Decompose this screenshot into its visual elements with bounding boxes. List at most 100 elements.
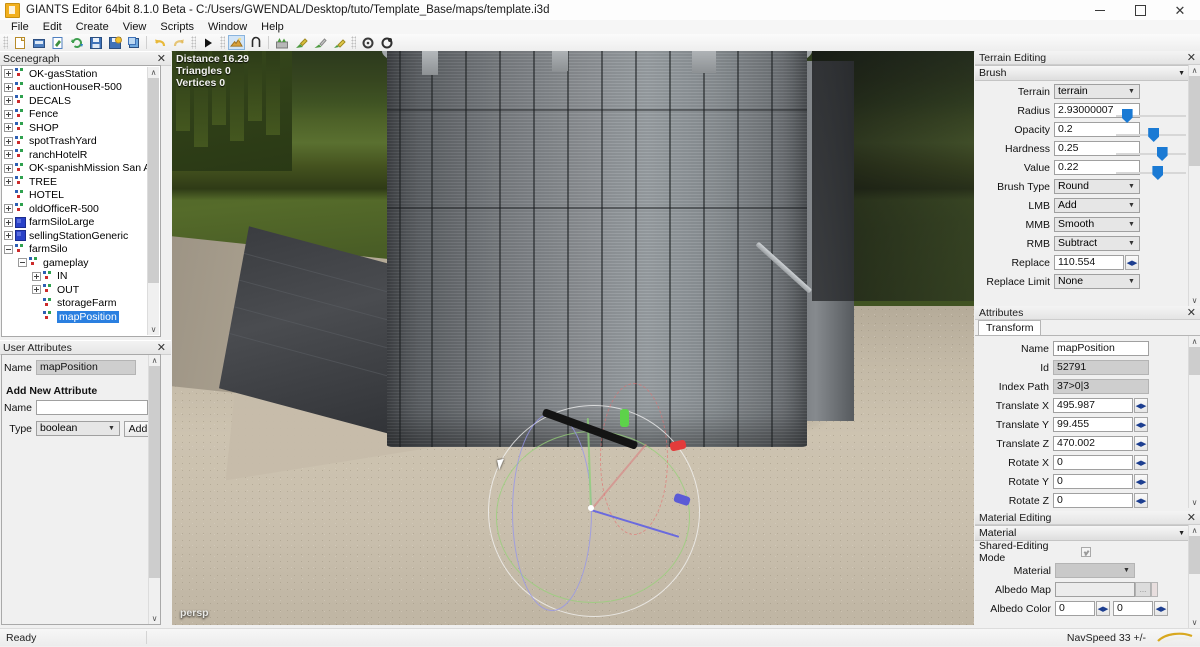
slider-track[interactable] (1116, 172, 1186, 174)
slider-knob[interactable] (1156, 147, 1168, 161)
field-input[interactable]: 110.554 (1054, 255, 1124, 270)
expand-icon[interactable] (4, 69, 13, 79)
field-spinner[interactable]: ◀▶ (1134, 474, 1148, 489)
me-scroll-down-icon[interactable]: ∨ (1189, 617, 1200, 628)
terrain-edit-icon[interactable] (228, 35, 245, 50)
scenegraph-node[interactable]: spotTrashYard (2, 135, 148, 149)
ua-scroll-up-icon[interactable]: ∧ (149, 355, 160, 366)
close-button[interactable]: ✕ (1160, 0, 1200, 20)
terrain-sculpt-icon[interactable] (311, 35, 328, 50)
tab-transform[interactable]: Transform (978, 320, 1042, 335)
scenegraph-node[interactable]: auctionHouseR-500 (2, 81, 148, 95)
toolbar-grip-2[interactable] (191, 36, 196, 49)
user-attributes-close-icon[interactable]: ✕ (157, 342, 168, 353)
terrain-paint-icon[interactable] (292, 35, 309, 50)
menu-scripts[interactable]: Scripts (153, 20, 201, 34)
scrollbar-down-icon[interactable]: ∨ (148, 324, 159, 335)
new-file-icon[interactable] (11, 35, 28, 50)
scenegraph-node[interactable]: OK-spanishMission San Adar (2, 162, 148, 176)
scenegraph-close-icon[interactable]: ✕ (157, 53, 168, 64)
chevron-down-icon[interactable]: ▼ (1178, 70, 1185, 77)
field-input[interactable]: 0 (1053, 493, 1133, 508)
scenegraph-node[interactable]: ranchHotelR (2, 148, 148, 162)
scenegraph-node[interactable]: mapPosition (2, 310, 148, 324)
albedo-color-spinner-1[interactable]: ◀▶ (1096, 601, 1110, 616)
brush-sliders[interactable] (1116, 107, 1186, 183)
te-scrollbar-thumb[interactable] (1189, 76, 1200, 166)
gizmo-origin[interactable] (588, 505, 594, 511)
expand-icon[interactable] (4, 109, 13, 119)
scenegraph-node[interactable]: gameplay (2, 256, 148, 270)
expand-icon[interactable] (4, 231, 13, 241)
menu-create[interactable]: Create (69, 20, 116, 34)
scenegraph-node[interactable]: HOTEL (2, 189, 148, 203)
scenegraph-node[interactable]: IN (2, 270, 148, 284)
expand-icon[interactable] (4, 123, 13, 133)
slider-track[interactable] (1116, 153, 1186, 155)
terrain-detail-icon[interactable] (330, 35, 347, 50)
me-scroll-up-icon[interactable]: ∧ (1189, 525, 1200, 536)
toolbar-grip-4[interactable] (351, 36, 356, 49)
field-select[interactable]: Subtract ▼ (1054, 236, 1140, 251)
import-file-icon[interactable] (49, 35, 66, 50)
scrollbar-up-icon[interactable]: ∧ (148, 67, 159, 78)
te-scroll-up-icon[interactable]: ∧ (1189, 65, 1200, 76)
open-file-icon[interactable] (30, 35, 47, 50)
play-icon[interactable] (199, 35, 216, 50)
scenegraph-node[interactable]: Fence (2, 108, 148, 122)
scrollbar-thumb[interactable] (148, 78, 159, 283)
save-icon[interactable] (87, 35, 104, 50)
ua-type-select[interactable]: boolean ▼ (36, 421, 120, 436)
attributes-close-icon[interactable]: ✕ (1187, 307, 1196, 318)
attributes-scrollbar[interactable]: ∧ ∨ (1188, 336, 1200, 508)
scenegraph-node[interactable]: DECALS (2, 94, 148, 108)
expand-icon[interactable] (4, 136, 13, 146)
radius-slider[interactable] (1116, 107, 1186, 124)
scenegraph-node[interactable]: OK-gasStation (2, 67, 148, 81)
undo-icon[interactable] (151, 35, 168, 50)
material-editing-scrollbar[interactable]: ∧ ∨ (1188, 525, 1200, 628)
expand-icon[interactable] (4, 82, 13, 92)
scenegraph-node[interactable]: storageFarm (2, 297, 148, 311)
menu-window[interactable]: Window (201, 20, 254, 34)
field-input[interactable]: mapPosition (1053, 341, 1149, 356)
attr-scroll-down-icon[interactable]: ∨ (1189, 497, 1200, 508)
field-spinner[interactable]: ◀▶ (1134, 417, 1148, 432)
hardness-slider[interactable] (1116, 145, 1186, 162)
slider-knob[interactable] (1152, 166, 1164, 180)
scenegraph-node[interactable]: TREE (2, 175, 148, 189)
field-input[interactable]: 470.002 (1053, 436, 1133, 451)
expand-icon[interactable] (4, 177, 13, 187)
ua-scroll-down-icon[interactable]: ∨ (149, 613, 160, 624)
me-scrollbar-thumb[interactable] (1189, 536, 1200, 574)
albedo-color-input-2[interactable]: 0 (1113, 601, 1153, 616)
scenegraph-node[interactable]: farmSilo (2, 243, 148, 257)
menu-edit[interactable]: Edit (36, 20, 69, 34)
chevron-down-icon[interactable]: ▼ (1178, 530, 1185, 537)
ua-scrollbar-thumb[interactable] (149, 366, 160, 578)
collapse-icon[interactable] (18, 258, 27, 268)
collapse-icon[interactable] (4, 244, 13, 254)
field-spinner[interactable]: ◀▶ (1125, 255, 1139, 270)
scenegraph-node[interactable]: OUT (2, 283, 148, 297)
expand-icon[interactable] (32, 271, 41, 281)
material-editing-close-icon[interactable]: ✕ (1187, 512, 1196, 523)
expand-icon[interactable] (4, 150, 13, 160)
settings-icon[interactable] (378, 35, 395, 50)
gizmo-x-handle[interactable] (669, 439, 687, 452)
toolbar-grip[interactable] (3, 36, 8, 49)
brush-section-header[interactable]: Brush ▼ (975, 65, 1189, 81)
translate-rotate-gizmo[interactable] (488, 383, 703, 620)
scenegraph-node[interactable]: sellingStationGeneric (2, 229, 148, 243)
viewport-3d[interactable]: Distance 16.29 Triangles 0 Vertices 0 pe… (172, 51, 974, 625)
scenegraph-node[interactable]: farmSiloLarge (2, 216, 148, 230)
albedo-color-input-1[interactable]: 0 (1055, 601, 1095, 616)
albedo-color-spinner-2[interactable]: ◀▶ (1154, 601, 1168, 616)
ua-new-name-input[interactable] (36, 400, 148, 415)
menu-view[interactable]: View (116, 20, 154, 34)
field-input[interactable]: 99.455 (1053, 417, 1133, 432)
expand-icon[interactable] (4, 204, 13, 214)
field-spinner[interactable]: ◀▶ (1134, 398, 1148, 413)
snap-icon[interactable] (247, 35, 264, 50)
field-input[interactable]: 495.987 (1053, 398, 1133, 413)
